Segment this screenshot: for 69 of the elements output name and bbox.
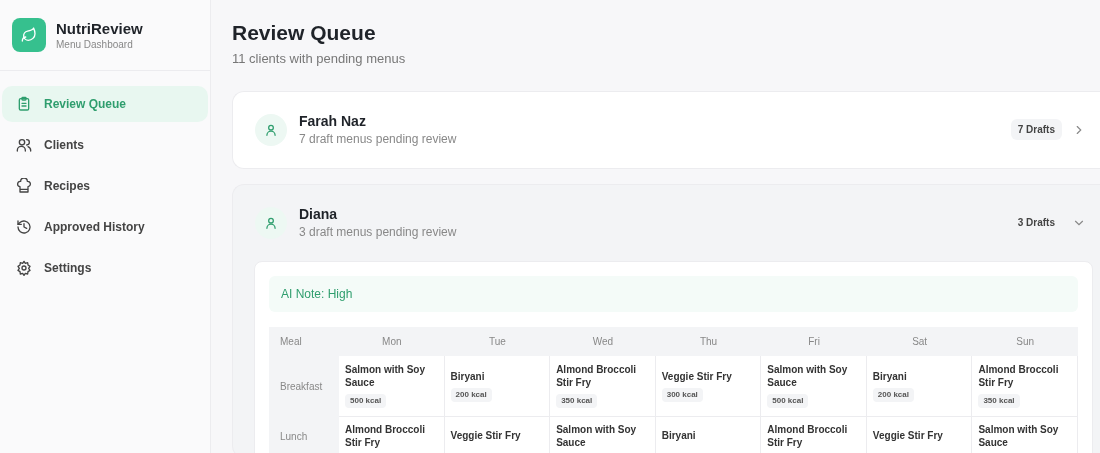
ai-note: AI Note: High xyxy=(269,275,1078,312)
column-header: Sun xyxy=(1016,334,1035,349)
app-subtitle: Menu Dashboard xyxy=(56,37,134,52)
page-title: Review Queue xyxy=(232,20,377,46)
sidebar-item[interactable]: Recipes xyxy=(2,168,208,204)
person-icon xyxy=(255,113,287,146)
users-icon xyxy=(16,137,32,153)
page-subtitle: 11 clients with pending menus xyxy=(232,50,406,68)
history-icon xyxy=(16,219,32,235)
dish-name: Almond Broccoli Stir Fry xyxy=(978,363,1060,389)
dish-name: Salmon with Soy Sauce xyxy=(767,363,849,389)
dish-name: Almond Broccoli Stir Fry xyxy=(345,422,426,449)
client-card[interactable] xyxy=(232,183,1100,453)
logo-icon xyxy=(12,18,46,52)
dish-name: Salmon with Soy Sauce xyxy=(978,422,1060,449)
kcal-badge: 350 kcal xyxy=(978,394,1020,408)
kcal-badge: 200 kcal xyxy=(450,387,492,402)
dish-name: Salmon with Soy Sauce xyxy=(556,422,638,449)
dish-name: Veggie Stir Fry xyxy=(450,429,521,442)
clipboard-icon xyxy=(16,96,32,112)
column-header: Sat xyxy=(912,334,928,349)
client-summary: 7 draft menus pending review xyxy=(299,130,457,148)
menu-cell[interactable]: Veggie Stir Fry 300 kcal xyxy=(655,355,762,417)
dish-name: Biryani xyxy=(450,369,485,383)
dish-name: Veggie Stir Fry xyxy=(872,429,943,442)
app-name: NutriReview xyxy=(56,18,143,38)
column-header: Mon xyxy=(382,334,402,349)
dish-name: Salmon with Soy Sauce xyxy=(345,363,426,389)
menu-cell[interactable]: Salmon with Soy Sauce xyxy=(550,416,656,453)
menu-cell[interactable]: Veggie Stir Fry xyxy=(866,416,973,453)
column-header: Meal xyxy=(280,334,302,349)
settings-icon xyxy=(16,260,32,276)
menu-cell[interactable]: Veggie Stir Fry xyxy=(444,416,551,453)
kcal-badge: 500 kcal xyxy=(767,394,809,408)
chef-hat-icon xyxy=(16,178,32,194)
kcal-badge: 350 kcal xyxy=(556,394,598,408)
menu-cell[interactable]: Salmon with Soy Sauce 500 kcal xyxy=(339,355,445,417)
client-card[interactable]: Farah Naz 7 draft menus pending review 7 Drafts xyxy=(232,90,1100,169)
column-header: Tue xyxy=(488,334,506,349)
sidebar-item[interactable]: Clients xyxy=(2,127,208,163)
person-icon xyxy=(255,206,287,239)
meal-label: Lunch xyxy=(280,429,308,444)
dish-name: Biryani xyxy=(661,429,696,442)
menu-cell[interactable]: Almond Broccoli Stir Fry xyxy=(761,416,867,453)
menu-cell[interactable]: Biryani 200 kcal xyxy=(444,355,551,417)
menu-cell[interactable]: Biryani xyxy=(655,416,762,453)
dish-name: Almond Broccoli Stir Fry xyxy=(767,422,849,449)
meal-label: Breakfast xyxy=(280,379,323,394)
menu-cell[interactable]: Almond Broccoli Stir Fry 350 kcal xyxy=(972,355,1078,417)
column-header: Thu xyxy=(699,334,718,349)
client-name: Diana xyxy=(299,204,338,223)
menu-cell[interactable]: Salmon with Soy Sauce xyxy=(972,416,1078,453)
client-name: Farah Naz xyxy=(299,111,366,130)
drafts-badge: 7 Drafts xyxy=(1010,119,1062,140)
menu-cell[interactable]: Biryani 200 kcal xyxy=(866,355,973,417)
column-header: Fri xyxy=(808,334,820,349)
kcal-badge: 300 kcal xyxy=(661,387,703,402)
dish-name: Biryani xyxy=(872,369,907,383)
sidebar-item[interactable]: Approved History xyxy=(2,209,208,245)
menu-cell[interactable]: Almond Broccoli Stir Fry xyxy=(339,416,445,453)
menu-cell[interactable]: Salmon with Soy Sauce 500 kcal xyxy=(761,355,867,417)
dish-name: Almond Broccoli Stir Fry xyxy=(556,363,638,389)
kcal-badge: 500 kcal xyxy=(345,394,387,408)
menu-cell[interactable]: Almond Broccoli Stir Fry 350 kcal xyxy=(550,355,656,417)
column-header: Wed xyxy=(592,334,614,349)
dish-name: Veggie Stir Fry xyxy=(661,369,732,383)
kcal-badge: 200 kcal xyxy=(872,387,914,402)
sidebar-item[interactable]: Settings xyxy=(2,250,208,286)
client-summary: 3 draft menus pending review xyxy=(299,223,457,241)
